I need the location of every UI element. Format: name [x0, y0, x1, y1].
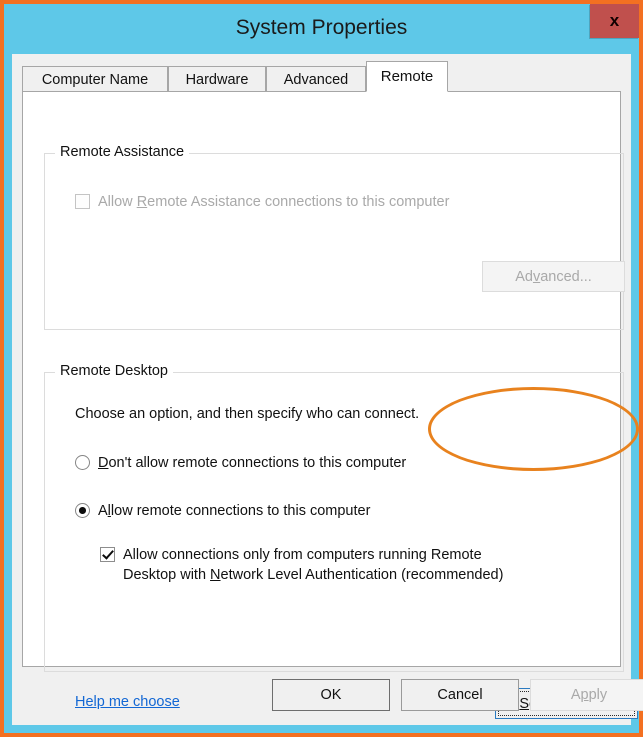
window-frame: System Properties x Computer Name Hardwa…	[4, 4, 643, 733]
system-properties-window: System Properties x Computer Name Hardwa…	[0, 0, 643, 737]
checkbox-label: Allow Remote Assistance connections to t…	[98, 194, 450, 210]
tab-label: Hardware	[185, 71, 249, 88]
remote-assistance-group: Remote Assistance Allow Remote Assistanc…	[44, 144, 625, 330]
apply-button[interactable]: Apply	[530, 679, 643, 711]
radio-icon[interactable]	[75, 455, 90, 470]
page-title: System Properties	[235, 16, 408, 39]
button-label: Cancel	[437, 687, 483, 703]
tab-hardware[interactable]: Hardware	[168, 66, 266, 92]
radio-icon[interactable]	[75, 503, 90, 518]
radio-label: Don't allow remote connections to this c…	[98, 455, 407, 471]
cancel-button[interactable]: Cancel	[401, 679, 519, 711]
advanced-button[interactable]: Advanced...	[482, 261, 625, 292]
radio-label: Allow remote connections to this compute…	[98, 503, 371, 519]
button-label: OK	[320, 687, 342, 703]
button-label: Advanced...	[515, 268, 592, 285]
allow-remote-assistance-checkbox[interactable]: Allow Remote Assistance connections to t…	[75, 192, 449, 212]
group-label: Remote Assistance	[55, 144, 190, 160]
remote-desktop-group: Remote Desktop Choose an option, and the…	[44, 363, 638, 719]
checkbox-icon[interactable]	[100, 547, 115, 562]
remote-desktop-description: Choose an option, and then specify who c…	[75, 406, 420, 422]
tab-strip: Computer Name Hardware Advanced Remote	[22, 61, 621, 92]
tab-remote[interactable]: Remote	[366, 61, 448, 92]
checkbox-label: Allow connections only from computers ru…	[123, 547, 504, 583]
tab-label: Remote	[380, 68, 434, 85]
radio-allow-remote-connections[interactable]: Allow remote connections to this compute…	[75, 501, 370, 521]
ok-button[interactable]: OK	[272, 679, 390, 711]
tab-computer-name[interactable]: Computer Name	[22, 66, 168, 92]
close-icon[interactable]: x	[590, 4, 639, 38]
radio-dont-allow-remote-connections[interactable]: Don't allow remote connections to this c…	[75, 453, 406, 473]
title-bar: System Properties x	[4, 4, 639, 54]
tab-advanced[interactable]: Advanced	[266, 66, 366, 92]
group-label: Remote Desktop	[55, 363, 173, 379]
dialog-body: Computer Name Hardware Advanced Remote R…	[12, 54, 643, 725]
dialog-footer: OK Cancel Apply	[22, 671, 643, 717]
tab-panel-remote: Remote Assistance Allow Remote Assistanc…	[22, 91, 639, 719]
tab-label: Advanced	[283, 71, 349, 88]
nla-checkbox[interactable]: Allow connections only from computers ru…	[100, 545, 570, 585]
button-label: Apply	[570, 687, 608, 703]
checkbox-icon[interactable]	[75, 194, 90, 209]
tab-label: Computer Name	[41, 71, 149, 88]
